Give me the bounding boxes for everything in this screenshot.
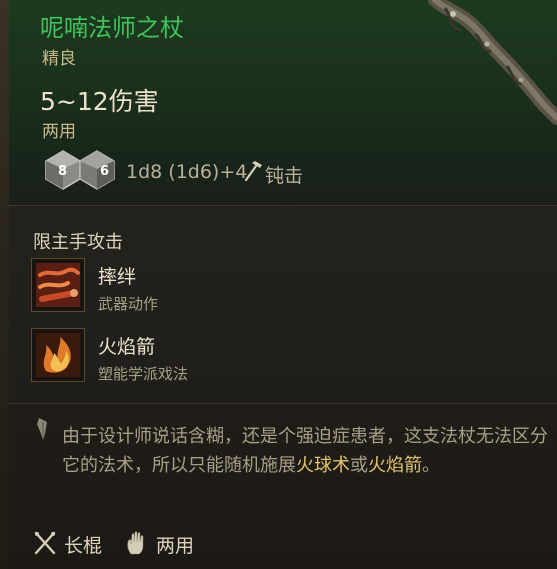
- quill-icon: [37, 418, 47, 440]
- topple-icon: [31, 258, 85, 312]
- item-tooltip: 呢喃法师之杖 精良 5~12伤害 两用 8 6 1d8 (1d6)+4 钝击 限…: [0, 0, 557, 569]
- spell-link-fireball[interactable]: 火球术: [296, 455, 350, 476]
- dice-icon-group: 8 6: [43, 149, 119, 191]
- actions-section-title: 限主手攻击: [33, 232, 123, 253]
- action-fire-bolt[interactable]: 火焰箭 塑能学派戏法: [31, 328, 531, 386]
- action-name: 摔绊: [98, 266, 137, 288]
- flavor-connector: 或: [350, 455, 368, 476]
- die-secondary-value: 6: [100, 164, 110, 179]
- spell-link-fire-bolt[interactable]: 火焰箭: [368, 455, 422, 476]
- handedness-label: 两用: [42, 122, 76, 142]
- property-quarterstaff: 长棍: [33, 530, 133, 558]
- action-topple[interactable]: 摔绊 武器动作: [31, 258, 531, 316]
- fire-bolt-icon: [31, 328, 85, 382]
- die-primary-value: 8: [58, 164, 68, 179]
- property-label: 长棍: [64, 535, 103, 557]
- tooltip-header: 呢喃法师之杖 精良 5~12伤害 两用 8 6 1d8 (1d6)+4 钝击: [9, 0, 557, 205]
- action-category: 武器动作: [98, 295, 159, 313]
- item-name: 呢喃法师之杖: [40, 14, 184, 42]
- flavor-text: 由于设计师说话含糊，还是个强迫症患者，这支法杖无法区分它的法术，所以只能随机施展…: [62, 422, 552, 480]
- hand-icon: [127, 531, 144, 555]
- damage-type: 钝击: [265, 165, 304, 187]
- property-label: 两用: [156, 535, 195, 557]
- action-category: 塑能学派戏法: [98, 365, 189, 383]
- quarterstaff-icon: [34, 531, 56, 555]
- action-name: 火焰箭: [98, 336, 156, 358]
- damage-formula: 1d8 (1d6)+4: [126, 161, 248, 183]
- flavor-text-part2: 。: [422, 455, 440, 476]
- item-rarity: 精良: [42, 49, 76, 69]
- damage-range: 5~12伤害: [40, 87, 159, 116]
- staff-illustration: [428, 0, 557, 125]
- hammer-icon: [244, 161, 262, 182]
- property-versatile: 两用: [125, 530, 235, 558]
